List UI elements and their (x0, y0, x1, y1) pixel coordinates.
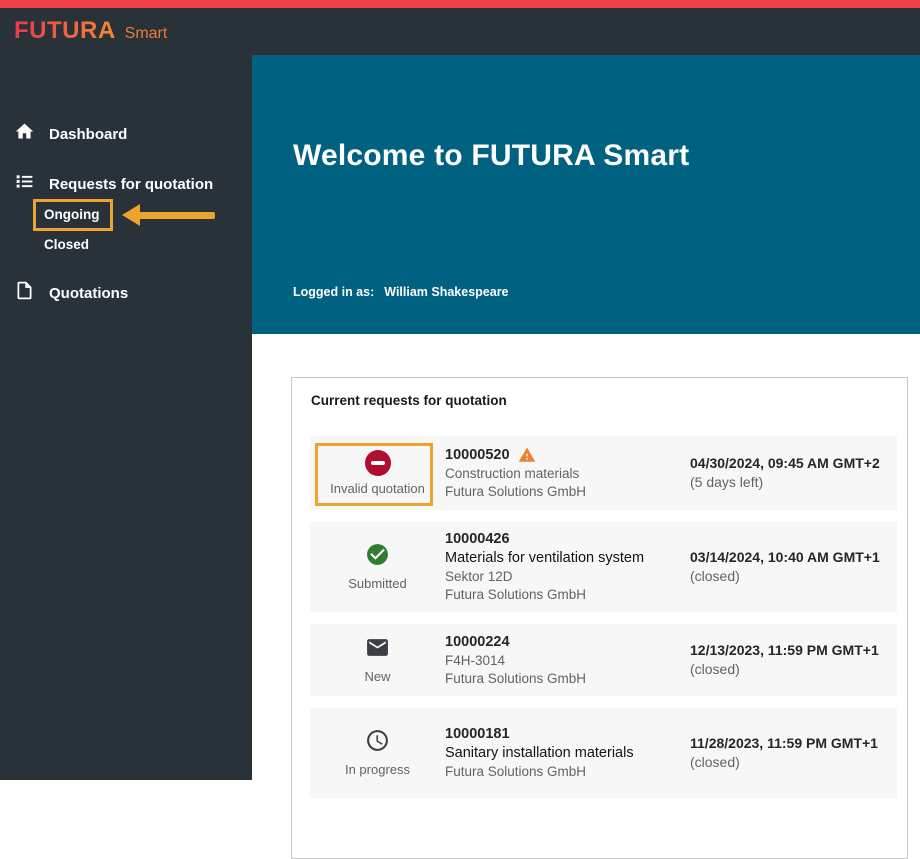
logged-in-label: Logged in as: (293, 285, 374, 299)
request-row-10000181[interactable]: In progress 10000181 Sanitary installati… (310, 708, 897, 798)
request-details: 10000426 Materials for ventilation syste… (445, 530, 690, 604)
top-accent-strip (0, 0, 920, 8)
request-number: 10000520 (445, 446, 510, 465)
deadline-note: (closed) (690, 753, 897, 772)
home-icon (14, 121, 35, 147)
sidebar-item-dashboard[interactable]: Dashboard (0, 116, 252, 152)
status-label: In progress (345, 762, 410, 777)
logged-in-line: Logged in as: William Shakespeare (293, 285, 509, 299)
logged-in-user: William Shakespeare (384, 285, 508, 299)
sidebar-subitem-closed[interactable]: Closed (44, 237, 89, 252)
welcome-banner: Welcome to FUTURA Smart Logged in as: Wi… (252, 55, 920, 334)
sidebar-subitem-ongoing[interactable]: Ongoing (44, 207, 99, 222)
quote-document-icon: $ (14, 280, 35, 306)
request-company: Futura Solutions GmbH (445, 483, 678, 501)
deadline-date: 11/28/2023, 11:59 PM GMT+1 (690, 734, 897, 753)
request-company: Futura Solutions GmbH (445, 763, 678, 781)
clock-icon (310, 728, 445, 757)
deadline-cell: 03/14/2024, 10:40 AM GMT+1 (closed) (690, 548, 897, 586)
request-title: Materials for ventilation system (445, 549, 678, 568)
request-line: Sektor 12D (445, 568, 678, 586)
app-header: FUTURA Smart (0, 8, 920, 55)
request-number: 10000426 (445, 530, 678, 549)
card-title: Current requests for quotation (311, 393, 907, 408)
annotation-arrow-icon (122, 204, 215, 226)
status-cell: New (310, 635, 445, 685)
envelope-icon (310, 635, 445, 664)
deadline-note: (5 days left) (690, 473, 897, 492)
request-number: 10000181 (445, 725, 678, 744)
request-details: 10000520 Construction materials Futura S… (445, 446, 690, 501)
request-row-10000426[interactable]: Submitted 10000426 Materials for ventila… (310, 522, 897, 612)
request-details: 10000181 Sanitary installation materials… (445, 725, 690, 781)
request-row-10000520[interactable]: Invalid quotation 10000520 Construction … (310, 436, 897, 510)
sidebar-item-quotations[interactable]: $ Quotations (0, 275, 252, 311)
invalid-circle-minus-icon (365, 450, 391, 476)
request-row-10000224[interactable]: New 10000224 F4H-3014 Futura Solutions G… (310, 624, 897, 696)
svg-text:$: $ (22, 287, 27, 297)
request-company: Futura Solutions GmbH (445, 670, 678, 688)
deadline-cell: 12/13/2023, 11:59 PM GMT+1 (closed) (690, 641, 897, 679)
list-icon (14, 171, 35, 197)
sidebar: Dashboard Requests for quotation Ongoing… (0, 55, 252, 780)
deadline-date: 03/14/2024, 10:40 AM GMT+1 (690, 548, 897, 567)
sidebar-item-label: Dashboard (49, 126, 127, 143)
sidebar-item-label: Requests for quotation (49, 176, 213, 193)
request-details: 10000224 F4H-3014 Futura Solutions GmbH (445, 633, 690, 688)
deadline-cell: 04/30/2024, 09:45 AM GMT+2 (5 days left) (690, 454, 897, 492)
request-company: Futura Solutions GmbH (445, 586, 678, 604)
status-label: Submitted (348, 576, 407, 591)
welcome-title: Welcome to FUTURA Smart (293, 139, 689, 173)
deadline-date: 12/13/2023, 11:59 PM GMT+1 (690, 641, 897, 660)
sidebar-item-requests-for-quotation[interactable]: Requests for quotation (0, 166, 252, 202)
request-line: Construction materials (445, 465, 678, 483)
request-line: F4H-3014 (445, 652, 678, 670)
status-cell: In progress (310, 728, 445, 778)
current-requests-card: Current requests for quotation Invalid q… (291, 377, 908, 859)
app-logo[interactable]: FUTURA Smart (14, 17, 167, 45)
check-circle-icon (310, 542, 445, 571)
status-label: New (364, 669, 390, 684)
request-title: Sanitary installation materials (445, 744, 678, 763)
app-logo-text: FUTURA (14, 17, 116, 45)
request-list: Invalid quotation 10000520 Construction … (292, 436, 907, 798)
deadline-cell: 11/28/2023, 11:59 PM GMT+1 (closed) (690, 734, 897, 772)
deadline-note: (closed) (690, 567, 897, 586)
app-logo-suffix: Smart (125, 25, 168, 43)
status-cell: Invalid quotation (310, 450, 445, 497)
request-number: 10000224 (445, 633, 678, 652)
sidebar-item-label: Quotations (49, 285, 128, 302)
warning-icon (518, 446, 536, 464)
deadline-note: (closed) (690, 660, 897, 679)
status-cell: Submitted (310, 542, 445, 592)
deadline-date: 04/30/2024, 09:45 AM GMT+2 (690, 454, 897, 473)
status-label: Invalid quotation (330, 481, 425, 496)
